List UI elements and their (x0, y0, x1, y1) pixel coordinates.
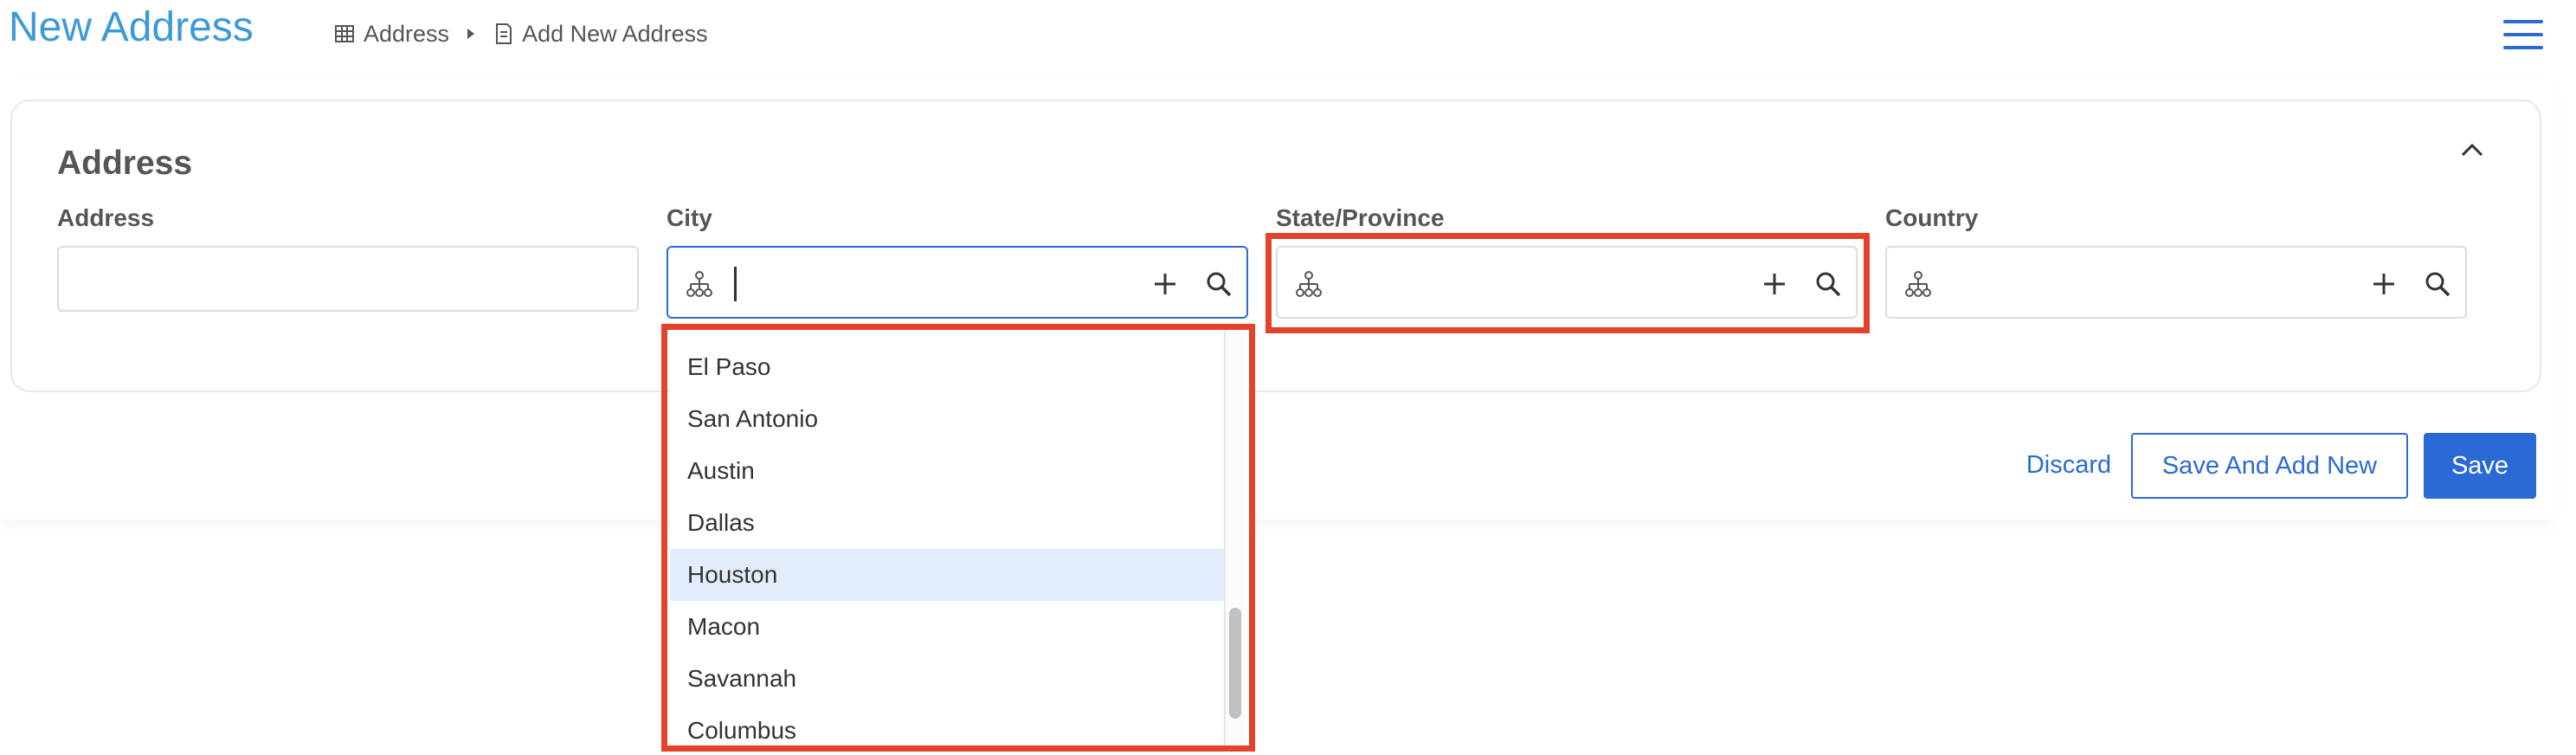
country-lookup[interactable] (1885, 246, 2467, 319)
discard-button[interactable]: Discard (2017, 438, 2121, 492)
country-label: Country (1885, 204, 1979, 231)
hierarchy-icon (686, 271, 712, 297)
breadcrumb-label: Add New Address (522, 20, 708, 47)
save-and-add-new-button[interactable]: Save And Add New (2131, 433, 2408, 499)
add-state-icon[interactable] (1755, 265, 1794, 303)
dropdown-item[interactable]: San Antonio (670, 393, 1224, 445)
search-state-icon[interactable] (1809, 265, 1847, 303)
page-title: New Address (9, 4, 254, 50)
city-dropdown-list: El Paso San Antonio Austin Dallas Housto… (670, 331, 1224, 750)
add-city-icon[interactable] (1146, 265, 1184, 303)
city-input[interactable] (725, 260, 1106, 307)
search-city-icon[interactable] (1200, 265, 1238, 303)
chevron-right-icon (467, 28, 475, 40)
state-lookup[interactable] (1276, 246, 1858, 319)
state-input[interactable] (1335, 260, 1716, 307)
section-title: Address (57, 145, 193, 182)
hamburger-menu-icon[interactable] (2503, 17, 2543, 52)
table-icon (335, 25, 354, 42)
dropdown-item-highlighted[interactable]: Houston (670, 549, 1224, 601)
city-dropdown[interactable]: El Paso San Antonio Austin Dallas Housto… (670, 331, 1248, 750)
dropdown-item[interactable]: El Paso (670, 341, 1224, 393)
hierarchy-icon (1905, 271, 1931, 297)
breadcrumb-item-address[interactable]: Address (334, 21, 449, 48)
save-button[interactable]: Save (2424, 433, 2536, 499)
dropdown-scrollbar[interactable] (1224, 331, 1245, 750)
dropdown-item[interactable]: Savannah (670, 653, 1224, 705)
breadcrumb-label: Address (364, 20, 450, 47)
city-lookup[interactable] (667, 246, 1248, 319)
address-input[interactable] (57, 246, 639, 312)
chevron-up-icon[interactable] (2455, 132, 2489, 167)
search-country-icon[interactable] (2418, 265, 2457, 303)
dropdown-item[interactable]: Dallas (670, 497, 1224, 549)
hierarchy-icon (1296, 271, 1322, 297)
breadcrumb: Address Add New Address (334, 17, 708, 50)
add-country-icon[interactable] (2365, 265, 2403, 303)
city-label: City (667, 204, 712, 231)
scrollbar-thumb[interactable] (1229, 608, 1241, 719)
state-label: State/Province (1276, 204, 1445, 231)
breadcrumb-item-add-new-address: Add New Address (494, 21, 708, 48)
country-input[interactable] (1944, 260, 2325, 307)
text-cursor (734, 267, 737, 301)
dropdown-item[interactable]: Macon (670, 601, 1224, 653)
dropdown-item[interactable]: Austin (670, 445, 1224, 497)
document-icon (496, 23, 512, 44)
address-label: Address (57, 204, 155, 231)
dropdown-item[interactable]: Columbus (670, 705, 1224, 750)
